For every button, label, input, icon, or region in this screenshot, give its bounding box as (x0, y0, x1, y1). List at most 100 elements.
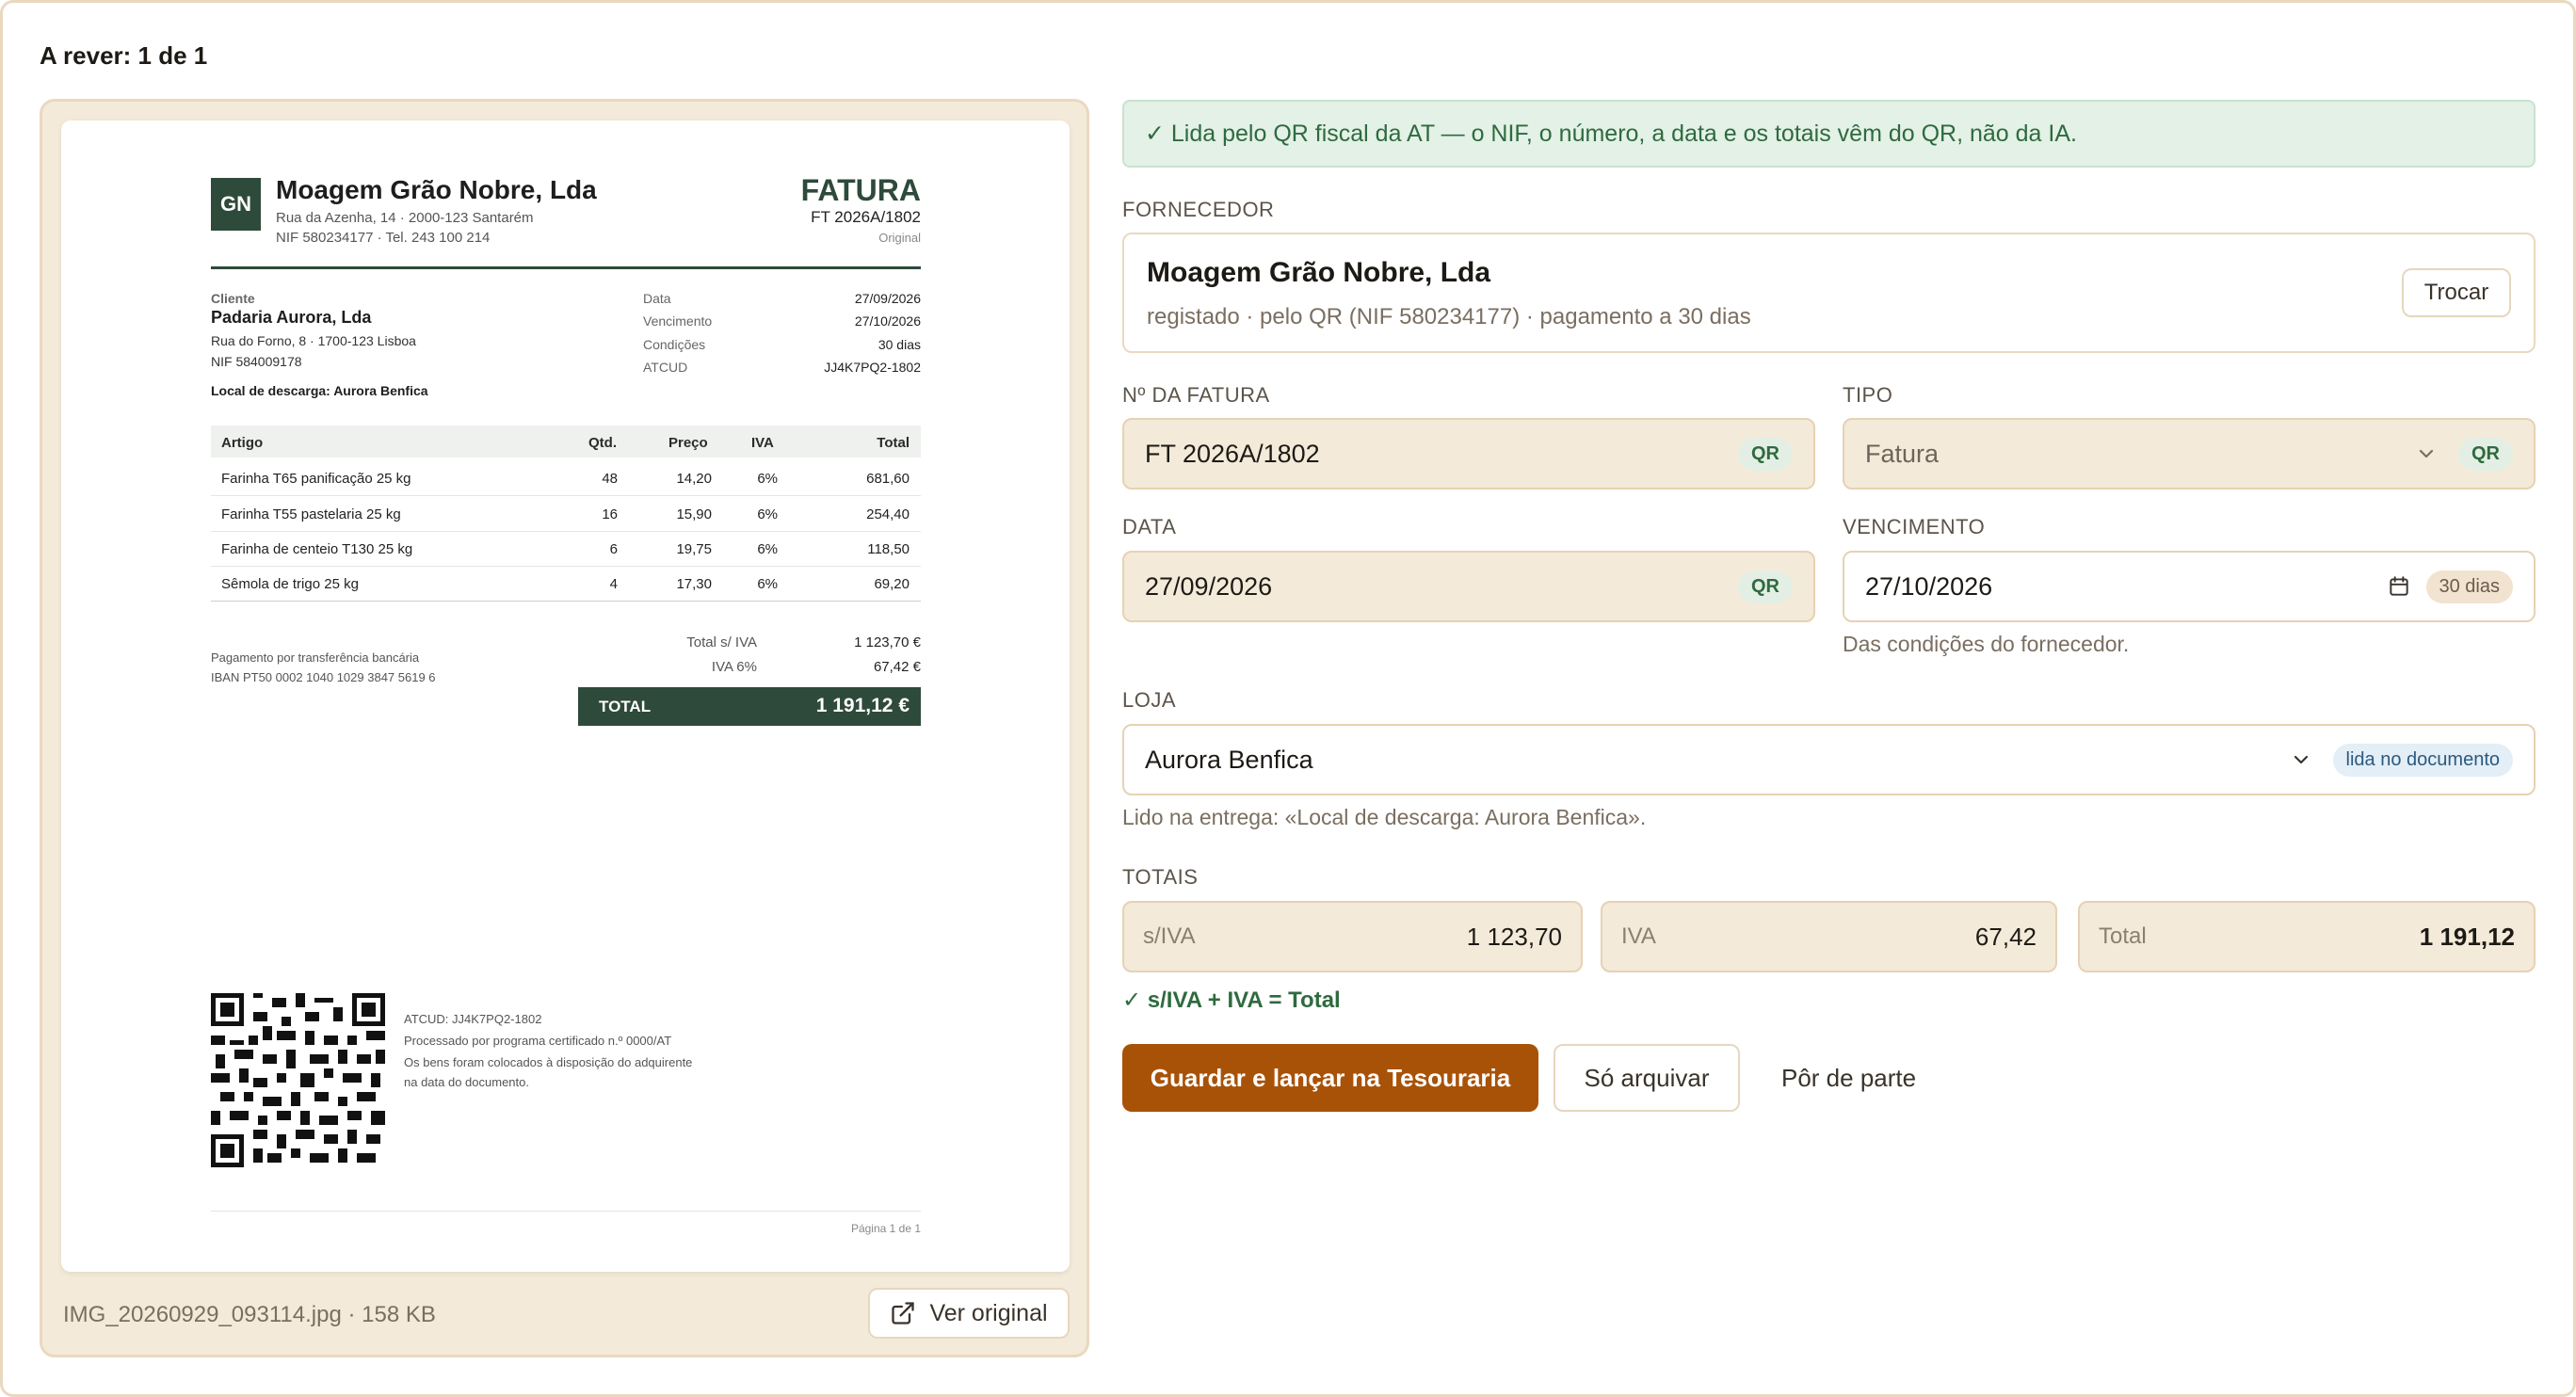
invoice-meta-value: JJ4K7PQ2-1802 (824, 360, 921, 375)
type-label: Tipo (1843, 383, 1893, 407)
invoice-delivery-place: Local de descarga: Aurora Benfica (211, 383, 428, 398)
open-original-button[interactable]: Ver original (868, 1288, 1070, 1339)
invoice-header-divider (211, 266, 921, 269)
invoice-payment-note: Pagamento por transferência bancária (211, 650, 420, 665)
invoice-iban: IBAN PT50 0002 1040 1029 3847 5619 6 (211, 670, 436, 684)
invoice-col-qty: Qtd. (588, 435, 617, 451)
invoice-table-header (211, 426, 921, 458)
invoice-row-divider (211, 495, 921, 496)
invoice-number-label: Nº da fatura (1122, 383, 1270, 407)
supplier-name: Moagem Grão Nobre, Lda (1147, 257, 1491, 288)
invoice-line-qty: 6 (609, 541, 618, 557)
archive-only-button[interactable]: Só arquivar (1554, 1044, 1740, 1112)
invoice-meta-value: 27/09/2026 (854, 291, 921, 306)
calendar-icon[interactable] (2387, 574, 2411, 599)
invoice-line-item: Farinha T65 panificação 25 kg (221, 471, 411, 487)
invoice-vat-value: 67,42 € (873, 659, 921, 675)
supplier-logo: GN (211, 178, 261, 231)
invoice-supplier-address: Rua da Azenha, 14 · 2000-123 Santarém (276, 210, 534, 226)
invoice-line-item: Farinha T55 pastelaria 25 kg (221, 506, 401, 522)
invoice-table-end (211, 601, 921, 602)
chevron-down-icon (2419, 449, 2434, 458)
set-aside-button[interactable]: Pôr de parte (1759, 1044, 1939, 1112)
invoice-meta-value: 30 dias (877, 337, 921, 352)
invoice-grand-total: TOTAL 1 191,12 € (578, 687, 921, 726)
grand-total-field[interactable]: Total 1 191,12 (2078, 901, 2536, 972)
invoice-doc-type: FATURA (800, 173, 921, 207)
invoice-col-total: Total (877, 435, 910, 451)
invoice-line-price: 19,75 (676, 541, 712, 557)
due-date-field[interactable]: 27/10/2026 30 dias (1843, 551, 2536, 622)
invoice-subtotal-label: Total s/ IVA (686, 634, 757, 650)
invoice-client-name: Padaria Aurora, Lda (211, 308, 372, 327)
due-date-hint: Das condições do fornecedor. (1843, 632, 2130, 656)
review-counter: A rever: 1 de 1 (40, 41, 208, 70)
invoice-line-item: Sêmola de trigo 25 kg (221, 576, 359, 592)
read-from-document-badge: lida no documento (2332, 743, 2513, 777)
invoice-col-item: Artigo (221, 435, 264, 451)
invoice-client-label: Cliente (211, 291, 255, 306)
invoice-line-vat: 6% (757, 576, 778, 592)
qr-source-badge: QR (1738, 570, 1793, 603)
due-date-value: 27/10/2026 (1865, 571, 1993, 601)
invoice-supplier-contacts: NIF 580234177 · Tel. 243 100 214 (276, 230, 491, 246)
invoice-meta-value: 27/10/2026 (854, 313, 921, 329)
invoice-meta-label: Condições (643, 337, 706, 352)
grand-total-value: 1 191,12 (2419, 922, 2515, 951)
totals-check: ✓ s/IVA + IVA = Total (1122, 988, 1341, 1013)
invoice-line-price: 15,90 (676, 506, 712, 522)
change-supplier-button[interactable]: Trocar (2402, 268, 2511, 317)
save-and-post-button[interactable]: Guardar e lançar na Tesouraria (1122, 1044, 1538, 1112)
invoice-image[interactable]: GN Moagem Grão Nobre, Lda Rua da Azenha,… (61, 120, 1070, 1272)
supplier-section-label: Fornecedor (1122, 198, 1275, 221)
store-label: Loja (1122, 688, 1177, 712)
invoice-page-number: Página 1 de 1 (850, 1222, 921, 1235)
invoice-number-value: FT 2026A/1802 (1145, 439, 1320, 468)
qr-source-banner: ✓ Lida pelo QR fiscal da AT — o NIF, o n… (1122, 100, 2536, 168)
net-total-label: s/IVA (1143, 923, 1196, 949)
qr-source-badge: QR (2458, 437, 2513, 471)
invoice-grand-total-label: TOTAL (599, 698, 652, 715)
type-select[interactable]: Fatura QR (1843, 418, 2536, 490)
grand-total-label: Total (2099, 923, 2147, 949)
store-hint: Lido na entrega: «Local de descarga: Aur… (1122, 805, 1647, 829)
date-value: 27/09/2026 (1145, 571, 1273, 601)
date-label: Data (1122, 515, 1177, 538)
invoice-line-total: 118,50 (867, 541, 910, 557)
external-link-icon (892, 1302, 915, 1325)
invoice-subtotal-value: 1 123,70 € (854, 634, 921, 650)
invoice-meta-label: Data (643, 291, 671, 306)
due-date-label: Vencimento (1843, 515, 1986, 538)
invoice-col-vat: IVA (751, 435, 774, 451)
invoice-line-qty: 48 (602, 471, 618, 487)
net-total-field[interactable]: s/IVA 1 123,70 (1122, 901, 1583, 972)
invoice-line-price: 14,20 (676, 471, 712, 487)
payment-terms-badge: 30 dias (2425, 570, 2513, 603)
invoice-row-divider (211, 531, 921, 532)
chevron-down-icon (2294, 755, 2308, 764)
store-select[interactable]: Aurora Benfica lida no documento (1122, 724, 2536, 795)
invoice-line-total: 254,40 (866, 506, 910, 522)
invoice-line-qty: 4 (609, 576, 618, 592)
vat-total-label: IVA (1621, 923, 1656, 949)
supplier-details: registado · pelo QR (NIF 580234177) · pa… (1147, 304, 1751, 329)
invoice-line-qty: 16 (602, 506, 618, 522)
invoice-number-field[interactable]: FT 2026A/1802 QR (1122, 418, 1815, 490)
invoice-col-price: Preço (668, 435, 708, 451)
invoice-qr-goods-note-2: na data do documento. (404, 1075, 529, 1089)
open-original-label: Ver original (929, 1299, 1048, 1326)
invoice-qr-certified: Processado por programa certificado n.º … (404, 1034, 672, 1048)
invoice-footer-divider (211, 1211, 921, 1212)
invoice-line-total: 69,20 (874, 576, 910, 592)
totals-label: Totais (1122, 865, 1199, 889)
supplier-card: Moagem Grão Nobre, Lda registado · pelo … (1122, 233, 2536, 353)
invoice-qr-goods-note: Os bens foram colocados à disposição do … (404, 1055, 693, 1069)
invoice-doc-copy: Original (878, 231, 921, 245)
invoice-client-address: Rua do Forno, 8 · 1700-123 Lisboa (211, 333, 416, 348)
file-name: IMG_20260929_093114.jpg · 158 KB (63, 1302, 436, 1327)
invoice-qr-atcud: ATCUD: JJ4K7PQ2-1802 (404, 1012, 542, 1026)
invoice-line-vat: 6% (757, 506, 778, 522)
vat-total-field[interactable]: IVA 67,42 (1601, 901, 2057, 972)
invoice-meta-label: Vencimento (643, 313, 713, 329)
date-field[interactable]: 27/09/2026 QR (1122, 551, 1815, 622)
